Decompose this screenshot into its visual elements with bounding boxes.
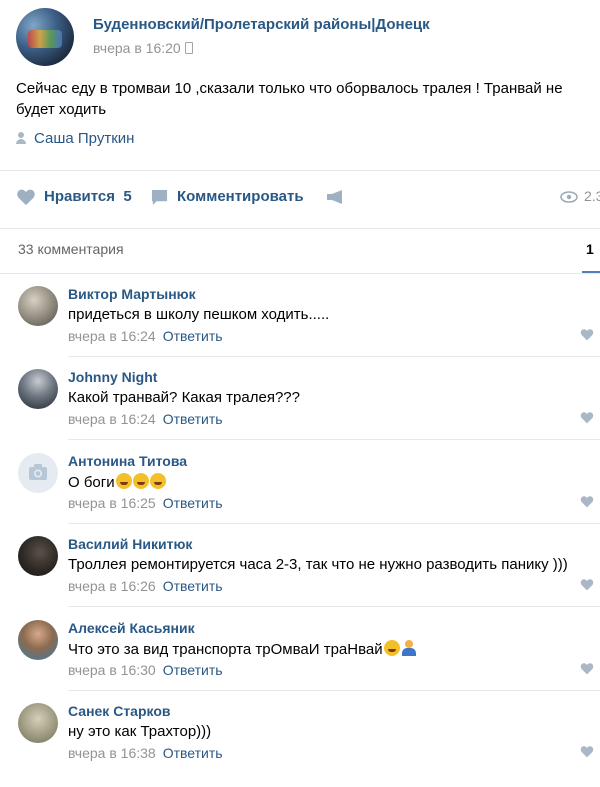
post-actions: Нравится 5 Комментировать 2.3	[16, 188, 600, 212]
group-name-link[interactable]: Буденновский/Пролетарский районы|Донецк	[93, 16, 430, 33]
megaphone-icon	[327, 190, 342, 205]
heart-icon[interactable]	[580, 495, 594, 508]
comment-item: Johnny Night Какой транвай? Какая тралея…	[0, 369, 600, 453]
comment-text: Какой транвай? Какая тралея???	[68, 389, 300, 406]
share-button[interactable]	[326, 188, 354, 205]
comment-author-link[interactable]: Алексей Касьяник	[68, 620, 195, 636]
comment-button[interactable]: Комментировать	[150, 188, 304, 206]
divider	[68, 439, 600, 440]
comment-icon	[151, 189, 168, 205]
laughing-crying-emoji-icon	[383, 640, 400, 656]
comment-meta: вчера в 16:26 Ответить	[68, 578, 223, 594]
comment-text-content: О боги	[68, 474, 115, 491]
comment-meta: вчера в 16:24 Ответить	[68, 328, 223, 344]
comment-author-link[interactable]: Василий Никитюк	[68, 536, 192, 552]
comments-page-tab[interactable]: 1	[586, 241, 594, 257]
comment-text: Троллея ремонтируется часа 2-3, так что …	[68, 556, 568, 573]
heart-icon[interactable]	[580, 745, 594, 758]
divider	[68, 523, 600, 524]
heart-icon[interactable]	[580, 578, 594, 591]
comment-text: Что это за вид транспорта трОмваИ траНва…	[68, 640, 416, 658]
rofl-emoji-icon	[132, 473, 149, 489]
divider	[0, 273, 600, 274]
like-label: Нравится	[44, 188, 116, 205]
reply-button[interactable]: Ответить	[163, 662, 223, 678]
comment-item: Санек Старков ну это как Трахтор))) вчер…	[0, 703, 600, 787]
comment-time[interactable]: вчера в 16:26	[68, 578, 156, 594]
divider	[68, 356, 600, 357]
post-header: Буденновский/Пролетарский районы|Донецк …	[16, 8, 586, 68]
like-button[interactable]: Нравится 5	[16, 188, 132, 206]
mobile-icon	[184, 42, 193, 54]
divider	[0, 228, 600, 229]
commenter-avatar[interactable]	[18, 453, 58, 493]
views-count: 2.3	[584, 188, 600, 204]
reply-button[interactable]: Ответить	[163, 745, 223, 761]
post-text: Сейчас еду в тромваи 10 ,сказали только …	[16, 80, 563, 118]
comment-meta: вчера в 16:30 Ответить	[68, 662, 223, 678]
rofl-emoji-icon	[149, 473, 166, 489]
reply-button[interactable]: Ответить	[163, 411, 223, 427]
commenter-avatar[interactable]	[18, 369, 58, 409]
comment-item: Алексей Касьяник Что это за вид транспор…	[0, 620, 600, 704]
reply-button[interactable]: Ответить	[163, 495, 223, 511]
comment-time[interactable]: вчера в 16:24	[68, 328, 156, 344]
group-avatar[interactable]	[16, 8, 74, 66]
comments-count: 33 комментария	[18, 241, 124, 257]
comment-text: придеться в школу пешком ходить.....	[68, 306, 330, 323]
comment-meta: вчера в 16:24 Ответить	[68, 411, 223, 427]
person-icon	[16, 132, 26, 144]
post-signer-link[interactable]: Саша Пруткин	[16, 130, 134, 147]
camera-icon	[29, 464, 47, 480]
commenter-avatar[interactable]	[18, 703, 58, 743]
eye-icon	[560, 191, 578, 204]
divider	[68, 690, 600, 691]
divider	[0, 170, 600, 171]
comment-text: ну это как Трахтор)))	[68, 723, 212, 740]
comment-meta: вчера в 16:38 Ответить	[68, 745, 223, 761]
comment-text-content: Что это за вид транспорта трОмваИ траНва…	[68, 641, 383, 658]
reply-button[interactable]: Ответить	[163, 578, 223, 594]
comment-time[interactable]: вчера в 16:38	[68, 745, 156, 761]
post-time-text: вчера в 16:20	[93, 40, 181, 56]
comment-meta: вчера в 16:25 Ответить	[68, 495, 223, 511]
heart-icon[interactable]	[580, 328, 594, 341]
comment-text: О боги	[68, 473, 166, 491]
comment-item: Антонина Титова О боги вчера в 16:25 Отве…	[0, 453, 600, 537]
divider	[68, 606, 600, 607]
comment-time[interactable]: вчера в 16:24	[68, 411, 156, 427]
signer-name: Саша Пруткин	[34, 130, 135, 147]
rofl-emoji-icon	[115, 473, 132, 489]
comment-label: Комментировать	[177, 188, 304, 205]
commenter-avatar[interactable]	[18, 536, 58, 576]
heart-icon	[17, 189, 35, 206]
reply-button[interactable]: Ответить	[163, 328, 223, 344]
comment-time[interactable]: вчера в 16:30	[68, 662, 156, 678]
comment-item: Василий Никитюк Троллея ремонтируется ча…	[0, 536, 600, 620]
views-counter: 2.3	[560, 188, 600, 204]
commenter-avatar[interactable]	[18, 620, 58, 660]
comment-author-link[interactable]: Антонина Титова	[68, 453, 187, 469]
comment-author-link[interactable]: Johnny Night	[68, 369, 157, 385]
comment-time[interactable]: вчера в 16:25	[68, 495, 156, 511]
comment-item: Виктор Мартынюк придеться в школу пешком…	[0, 286, 600, 370]
comment-author-link[interactable]: Санек Старков	[68, 703, 171, 719]
post-time[interactable]: вчера в 16:20	[93, 40, 193, 56]
like-count: 5	[123, 188, 132, 205]
heart-icon[interactable]	[580, 411, 594, 424]
commenter-avatar[interactable]	[18, 286, 58, 326]
comment-author-link[interactable]: Виктор Мартынюк	[68, 286, 196, 302]
man-emoji-icon	[401, 640, 416, 656]
heart-icon[interactable]	[580, 662, 594, 675]
